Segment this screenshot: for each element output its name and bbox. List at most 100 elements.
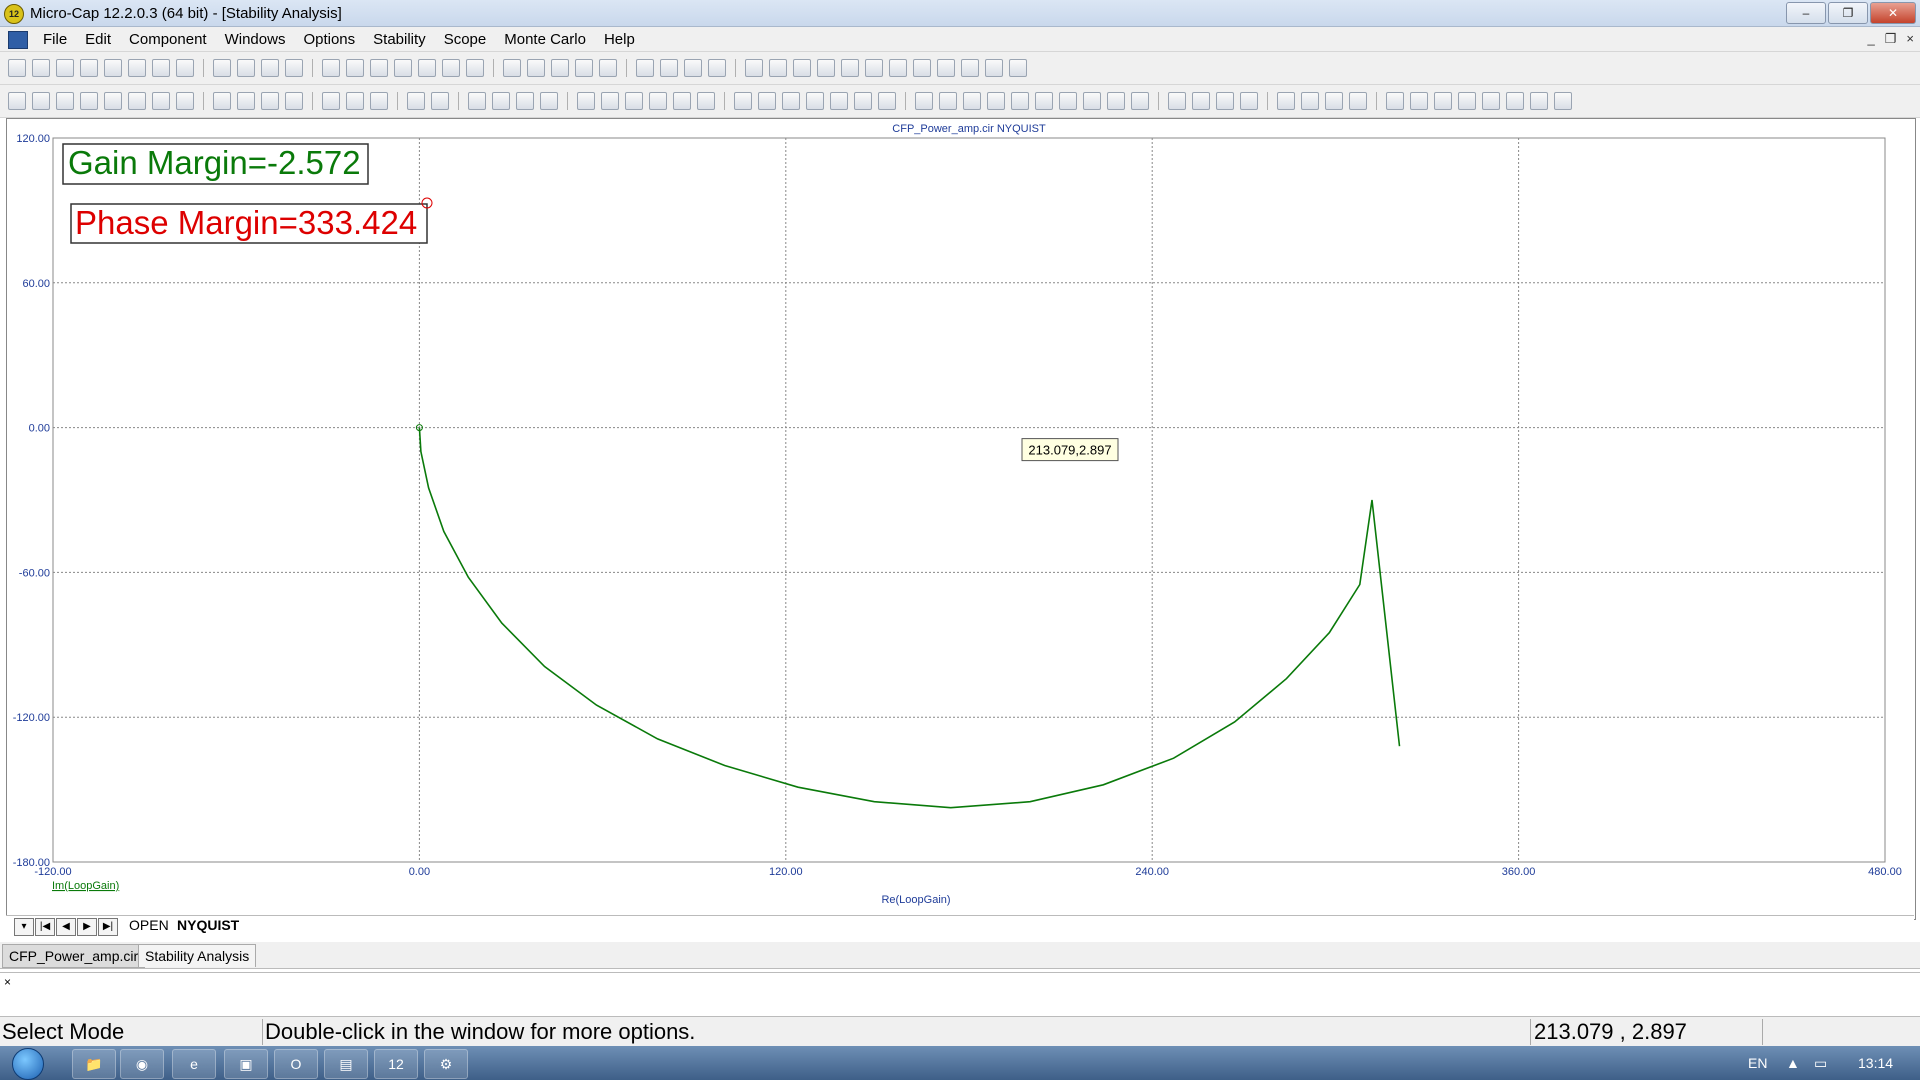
menu-windows[interactable]: Windows	[216, 31, 295, 48]
toolbar-button-icon[interactable]	[503, 59, 521, 77]
toolbar-button-icon[interactable]	[261, 59, 279, 77]
toolbar-button-icon[interactable]	[1216, 92, 1234, 110]
tab-prev-button[interactable]: ◀	[56, 918, 76, 936]
toolbar-button-icon[interactable]	[793, 59, 811, 77]
toolbar-button-icon[interactable]	[684, 59, 702, 77]
toolbar-button-icon[interactable]	[285, 59, 303, 77]
toolbar-button-icon[interactable]	[56, 92, 74, 110]
document-window-icon[interactable]	[8, 31, 28, 49]
toolbar-button-icon[interactable]	[152, 92, 170, 110]
toolbar-button-icon[interactable]	[673, 92, 691, 110]
close-button[interactable]: ✕	[1870, 2, 1916, 24]
menu-monte-carlo[interactable]: Monte Carlo	[495, 31, 595, 48]
toolbar-button-icon[interactable]	[1434, 92, 1452, 110]
tab-first-button[interactable]: |◀	[35, 918, 55, 936]
toolbar-button-icon[interactable]	[575, 59, 593, 77]
toolbar-button-icon[interactable]	[468, 92, 486, 110]
toolbar-button-icon[interactable]	[104, 59, 122, 77]
menu-scope[interactable]: Scope	[435, 31, 496, 48]
network-icon[interactable]: ▭	[1814, 1055, 1827, 1072]
toolbar-button-icon[interactable]	[577, 92, 595, 110]
toolbar-button-icon[interactable]	[963, 92, 981, 110]
toolbar-button-icon[interactable]	[370, 59, 388, 77]
tray-arrow-icon[interactable]: ▲	[1786, 1055, 1800, 1071]
doctab-circuit[interactable]: CFP_Power_amp.cir	[2, 944, 146, 968]
toolbar-button-icon[interactable]	[649, 92, 667, 110]
language-indicator[interactable]: EN	[1748, 1055, 1767, 1071]
toolbar-button-icon[interactable]	[418, 59, 436, 77]
toolbar-button-icon[interactable]	[806, 92, 824, 110]
menu-component[interactable]: Component	[120, 31, 216, 48]
restore-button[interactable]: ❐	[1828, 2, 1868, 24]
toolbar-button-icon[interactable]	[213, 59, 231, 77]
toolbar-button-icon[interactable]	[128, 59, 146, 77]
mdi-minimize-button[interactable]: _	[1868, 31, 1875, 47]
toolbar-button-icon[interactable]	[1107, 92, 1125, 110]
command-pane[interactable]: ×	[0, 972, 1920, 1013]
toolbar-button-icon[interactable]	[961, 59, 979, 77]
doctab-stability-analysis[interactable]: Stability Analysis	[138, 944, 257, 967]
toolbar-button-icon[interactable]	[551, 59, 569, 77]
nyquist-chart[interactable]: -120.00 0.00 120.00 240.00 360.00 480.00 120.0…	[7, 119, 1915, 914]
toolbar-button-icon[interactable]	[104, 92, 122, 110]
toolbar-button-icon[interactable]	[213, 92, 231, 110]
winrar-taskbar-icon[interactable]: ▤	[324, 1049, 368, 1079]
toolbar-button-icon[interactable]	[540, 92, 558, 110]
toolbar-button-icon[interactable]	[128, 92, 146, 110]
toolbar-button-icon[interactable]	[878, 92, 896, 110]
menu-file[interactable]: File	[34, 31, 76, 48]
toolbar-button-icon[interactable]	[237, 92, 255, 110]
toolbar-button-icon[interactable]	[758, 92, 776, 110]
toolbar-button-icon[interactable]	[516, 92, 534, 110]
toolbar-button-icon[interactable]	[1386, 92, 1404, 110]
ie-taskbar-icon[interactable]: e	[172, 1049, 216, 1079]
tool-taskbar-icon[interactable]: ⚙	[424, 1049, 468, 1079]
toolbar-button-icon[interactable]	[1482, 92, 1500, 110]
tab-open[interactable]: OPEN	[129, 917, 169, 933]
toolbar-button-icon[interactable]	[237, 59, 255, 77]
mdi-close-button[interactable]: ×	[1906, 31, 1914, 47]
menu-stability[interactable]: Stability	[364, 31, 435, 48]
toolbar-button-icon[interactable]	[527, 59, 545, 77]
toolbar-button-icon[interactable]	[466, 59, 484, 77]
start-button[interactable]	[12, 1048, 44, 1080]
toolbar-button-icon[interactable]	[889, 59, 907, 77]
toolbar-button-icon[interactable]	[1349, 92, 1367, 110]
toolbar-button-icon[interactable]	[32, 59, 50, 77]
toolbar-button-icon[interactable]	[1240, 92, 1258, 110]
toolbar-button-icon[interactable]	[1301, 92, 1319, 110]
toolbar-button-icon[interactable]	[370, 92, 388, 110]
toolbar-button-icon[interactable]	[1131, 92, 1149, 110]
command-pane-close-icon[interactable]: ×	[4, 975, 11, 989]
toolbar-button-icon[interactable]	[407, 92, 425, 110]
tab-last-button[interactable]: ▶|	[98, 918, 118, 936]
toolbar-button-icon[interactable]	[1506, 92, 1524, 110]
toolbar-button-icon[interactable]	[1325, 92, 1343, 110]
toolbar-button-icon[interactable]	[1011, 92, 1029, 110]
toolbar-button-icon[interactable]	[636, 59, 654, 77]
toolbar-button-icon[interactable]	[1083, 92, 1101, 110]
toolbar-button-icon[interactable]	[865, 59, 883, 77]
toolbar-button-icon[interactable]	[601, 92, 619, 110]
toolbar-button-icon[interactable]	[1168, 92, 1186, 110]
toolbar-button-icon[interactable]	[394, 59, 412, 77]
tab-next-button[interactable]: ▶	[77, 918, 97, 936]
explorer-taskbar-icon[interactable]: 📁	[72, 1049, 116, 1079]
toolbar-button-icon[interactable]	[1554, 92, 1572, 110]
toolbar-button-icon[interactable]	[769, 59, 787, 77]
toolbar-button-icon[interactable]	[782, 92, 800, 110]
toolbar-button-icon[interactable]	[841, 59, 859, 77]
toolbar-button-icon[interactable]	[987, 92, 1005, 110]
toolbar-button-icon[interactable]	[854, 92, 872, 110]
toolbar-button-icon[interactable]	[913, 59, 931, 77]
toolbar-button-icon[interactable]	[1277, 92, 1295, 110]
mdi-restore-button[interactable]: ❐	[1885, 31, 1897, 47]
toolbar-button-icon[interactable]	[985, 59, 1003, 77]
toolbar-button-icon[interactable]	[492, 92, 510, 110]
toolbar-button-icon[interactable]	[599, 59, 617, 77]
toolbar-button-icon[interactable]	[939, 92, 957, 110]
toolbar-button-icon[interactable]	[625, 92, 643, 110]
toolbar-button-icon[interactable]	[1530, 92, 1548, 110]
app-taskbar-icon[interactable]: ▣	[224, 1049, 268, 1079]
toolbar-button-icon[interactable]	[915, 92, 933, 110]
